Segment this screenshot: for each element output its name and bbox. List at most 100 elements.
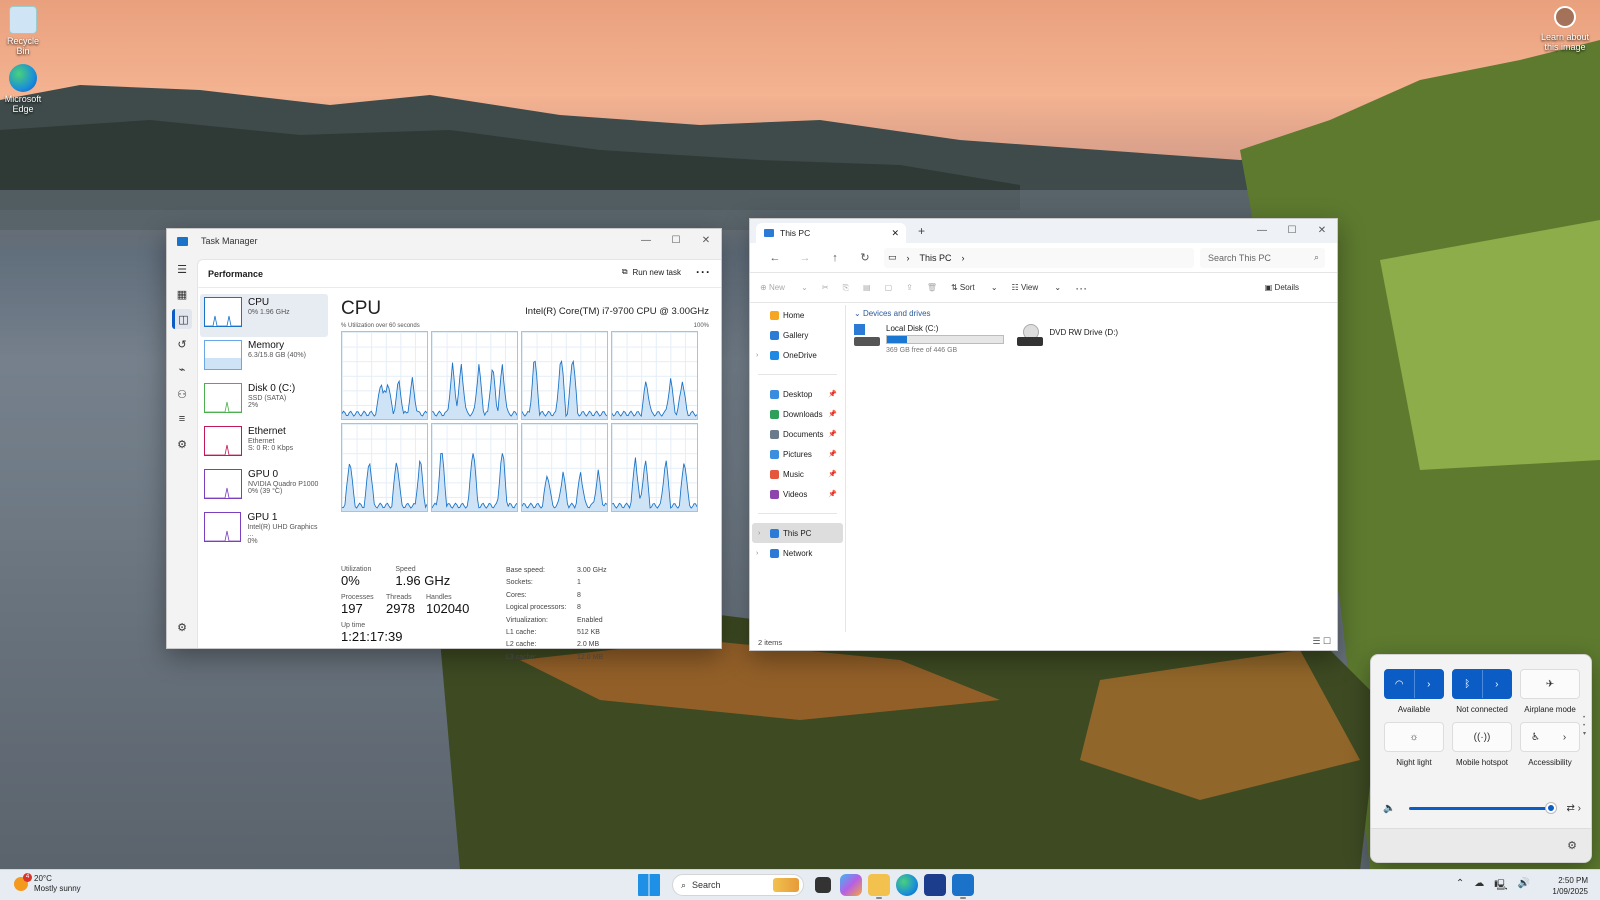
- cut-icon[interactable]: ✂: [822, 283, 829, 292]
- back-icon[interactable]: ←: [760, 252, 790, 264]
- group-header[interactable]: ⌄ Devices and drives: [854, 309, 1337, 318]
- close-tab-icon[interactable]: ✕: [891, 228, 899, 239]
- details-button[interactable]: ▣ Details: [1265, 283, 1313, 292]
- services-icon[interactable]: ⚙: [172, 434, 192, 454]
- task-manager-window: Task Manager — ☐ ✕ ☰ ▦ ◫ ↺ ⌁ ⚇ ≡ ⚙ ⚙ Per…: [166, 228, 722, 661]
- share-icon[interactable]: ⇪: [906, 283, 913, 292]
- network-icon[interactable]: 🖳: [1494, 878, 1507, 895]
- breadcrumb-chevron-icon[interactable]: ›: [962, 253, 965, 263]
- clock-date: 1/09/2025: [1552, 887, 1588, 897]
- resource-item[interactable]: CPU 0% 1.96 GHz: [200, 294, 328, 337]
- expand-chevron-icon[interactable]: ›: [756, 550, 758, 557]
- address-bar[interactable]: ▭ › This PC ›: [884, 247, 1194, 268]
- details-view-icon[interactable]: ☰: [1312, 636, 1320, 646]
- quick-setting-toggle[interactable]: ☼: [1384, 722, 1444, 752]
- recycle-bin-desktop-icon[interactable]: Recycle Bin: [0, 6, 46, 57]
- sidebar-item[interactable]: › Network: [750, 543, 845, 563]
- start-icon[interactable]: [638, 874, 660, 896]
- quick-setting-toggle[interactable]: ♿ ›: [1520, 722, 1580, 752]
- resource-item[interactable]: GPU 0 NVIDIA Quadro P1000 0% (39 °C): [200, 466, 328, 509]
- scroll-dots[interactable]: • • ▾: [1583, 715, 1586, 738]
- resource-item[interactable]: GPU 1 Intel(R) UHD Graphics ... 0%: [200, 509, 328, 552]
- speaker-icon[interactable]: 🔈: [1383, 803, 1395, 814]
- expand-chevron-icon[interactable]: ›: [758, 530, 760, 537]
- close-button[interactable]: ✕: [1307, 219, 1337, 241]
- store-taskbar-icon[interactable]: [924, 874, 946, 896]
- users-icon[interactable]: ⚇: [172, 384, 192, 404]
- sidebar-item[interactable]: › OneDrive: [750, 345, 845, 365]
- copy-icon[interactable]: ⎘: [843, 283, 849, 293]
- forward-icon[interactable]: →: [790, 252, 820, 264]
- file-explorer-taskbar-icon[interactable]: [868, 874, 890, 899]
- up-icon[interactable]: ↑: [820, 252, 850, 264]
- show-hidden-icons-icon[interactable]: ⌃: [1456, 878, 1464, 895]
- resource-item[interactable]: Disk 0 (C:) SSD (SATA) 2%: [200, 380, 328, 423]
- sidebar-item[interactable]: Pictures 📌: [750, 444, 845, 464]
- more-options-icon[interactable]: ···: [1075, 281, 1087, 295]
- drive-c[interactable]: Local Disk (C:) 369 GB free of 446 GB: [854, 324, 1004, 354]
- hamburger-icon[interactable]: ☰: [172, 259, 192, 279]
- chevron-right-icon[interactable]: ›: [1481, 670, 1512, 698]
- sidebar-item[interactable]: Downloads 📌: [750, 404, 845, 424]
- rename-icon[interactable]: ▢: [885, 283, 893, 292]
- sidebar-item[interactable]: Music 📌: [750, 464, 845, 484]
- resource-item[interactable]: Memory 6.3/15.8 GB (40%): [200, 337, 328, 380]
- quick-setting-toggle[interactable]: ((·)): [1452, 722, 1512, 752]
- cpu-core-graph: [341, 331, 428, 420]
- chevron-right-icon[interactable]: ›: [1550, 723, 1579, 751]
- sidebar-item[interactable]: Gallery: [750, 325, 845, 345]
- paste-icon[interactable]: ▤: [863, 283, 871, 292]
- sidebar-item[interactable]: Desktop 📌: [750, 384, 845, 404]
- maximize-button[interactable]: ☐: [661, 229, 691, 251]
- learn-about-image[interactable]: Learn about this image: [1536, 6, 1594, 52]
- run-new-task-button[interactable]: ⧉ Run new task: [622, 267, 681, 277]
- quick-setting-toggle[interactable]: ✈: [1520, 669, 1580, 699]
- delete-icon[interactable]: 🗑: [927, 283, 937, 292]
- settings-icon[interactable]: ⚙: [1567, 839, 1577, 852]
- settings-icon[interactable]: ⚙: [172, 617, 192, 637]
- sidebar-item[interactable]: Home: [750, 305, 845, 325]
- expand-chevron-icon[interactable]: ›: [756, 352, 758, 359]
- volume-slider-thumb[interactable]: [1545, 803, 1556, 813]
- quick-setting-toggle[interactable]: ᛒ ›: [1452, 669, 1512, 699]
- minimize-button[interactable]: —: [1247, 219, 1277, 241]
- quick-setting-toggle[interactable]: ◠ ›: [1384, 669, 1444, 699]
- copilot-icon[interactable]: [840, 874, 862, 896]
- weather-widget[interactable]: 4 20°C Mostly sunny: [14, 872, 81, 893]
- more-options-icon[interactable]: ···: [696, 265, 711, 279]
- volume-icon[interactable]: 🔊: [1518, 878, 1530, 895]
- maximize-button[interactable]: ☐: [1277, 219, 1307, 241]
- drive-d[interactable]: DVD RW Drive (D:): [1017, 324, 1118, 346]
- breadcrumb-this-pc[interactable]: This PC: [920, 253, 952, 263]
- chevron-right-icon[interactable]: ›: [1413, 670, 1444, 698]
- clock[interactable]: 2:50 PM 1/09/2025: [1552, 875, 1588, 897]
- search-input[interactable]: Search This PC ⌕: [1200, 247, 1325, 268]
- taskbar-search[interactable]: ⌕ Search: [672, 874, 804, 896]
- task-view-icon[interactable]: [815, 877, 831, 893]
- tiles-view-icon[interactable]: ☐: [1323, 636, 1331, 646]
- performance-icon[interactable]: ◫: [172, 309, 192, 329]
- onedrive-icon[interactable]: ☁: [1474, 878, 1484, 895]
- task-manager-taskbar-icon[interactable]: [952, 874, 974, 899]
- edge-taskbar-icon[interactable]: [896, 874, 918, 896]
- sidebar-item[interactable]: Documents 📌: [750, 424, 845, 444]
- new-button[interactable]: ⊕ New ⌄: [760, 283, 808, 292]
- taskbar: 4 20°C Mostly sunny ⌕ Search ⌃ ☁ 🖳 🔊 2:5…: [0, 869, 1600, 900]
- resource-item[interactable]: Ethernet Ethernet S: 0 R: 0 Kbps: [200, 423, 328, 466]
- audio-output-icon[interactable]: ⇄ ›: [1567, 803, 1582, 814]
- sort-button[interactable]: ⇅ Sort ⌄: [951, 283, 998, 292]
- new-tab-icon[interactable]: +: [918, 224, 925, 238]
- details-icon[interactable]: ≡: [172, 409, 192, 429]
- refresh-icon[interactable]: ↻: [850, 251, 880, 264]
- startup-apps-icon[interactable]: ⌁: [172, 359, 192, 379]
- app-history-icon[interactable]: ↺: [172, 334, 192, 354]
- processes-icon[interactable]: ▦: [172, 284, 192, 304]
- tab-this-pc[interactable]: This PC ✕: [756, 223, 906, 243]
- sidebar-item[interactable]: › This PC: [752, 523, 843, 543]
- close-button[interactable]: ✕: [691, 229, 721, 251]
- view-button[interactable]: ☷ View ⌄: [1012, 283, 1062, 292]
- sidebar-item[interactable]: Videos 📌: [750, 484, 845, 504]
- edge-desktop-icon[interactable]: Microsoft Edge: [0, 64, 46, 115]
- minimize-button[interactable]: —: [631, 229, 661, 251]
- volume-slider[interactable]: [1409, 803, 1557, 813]
